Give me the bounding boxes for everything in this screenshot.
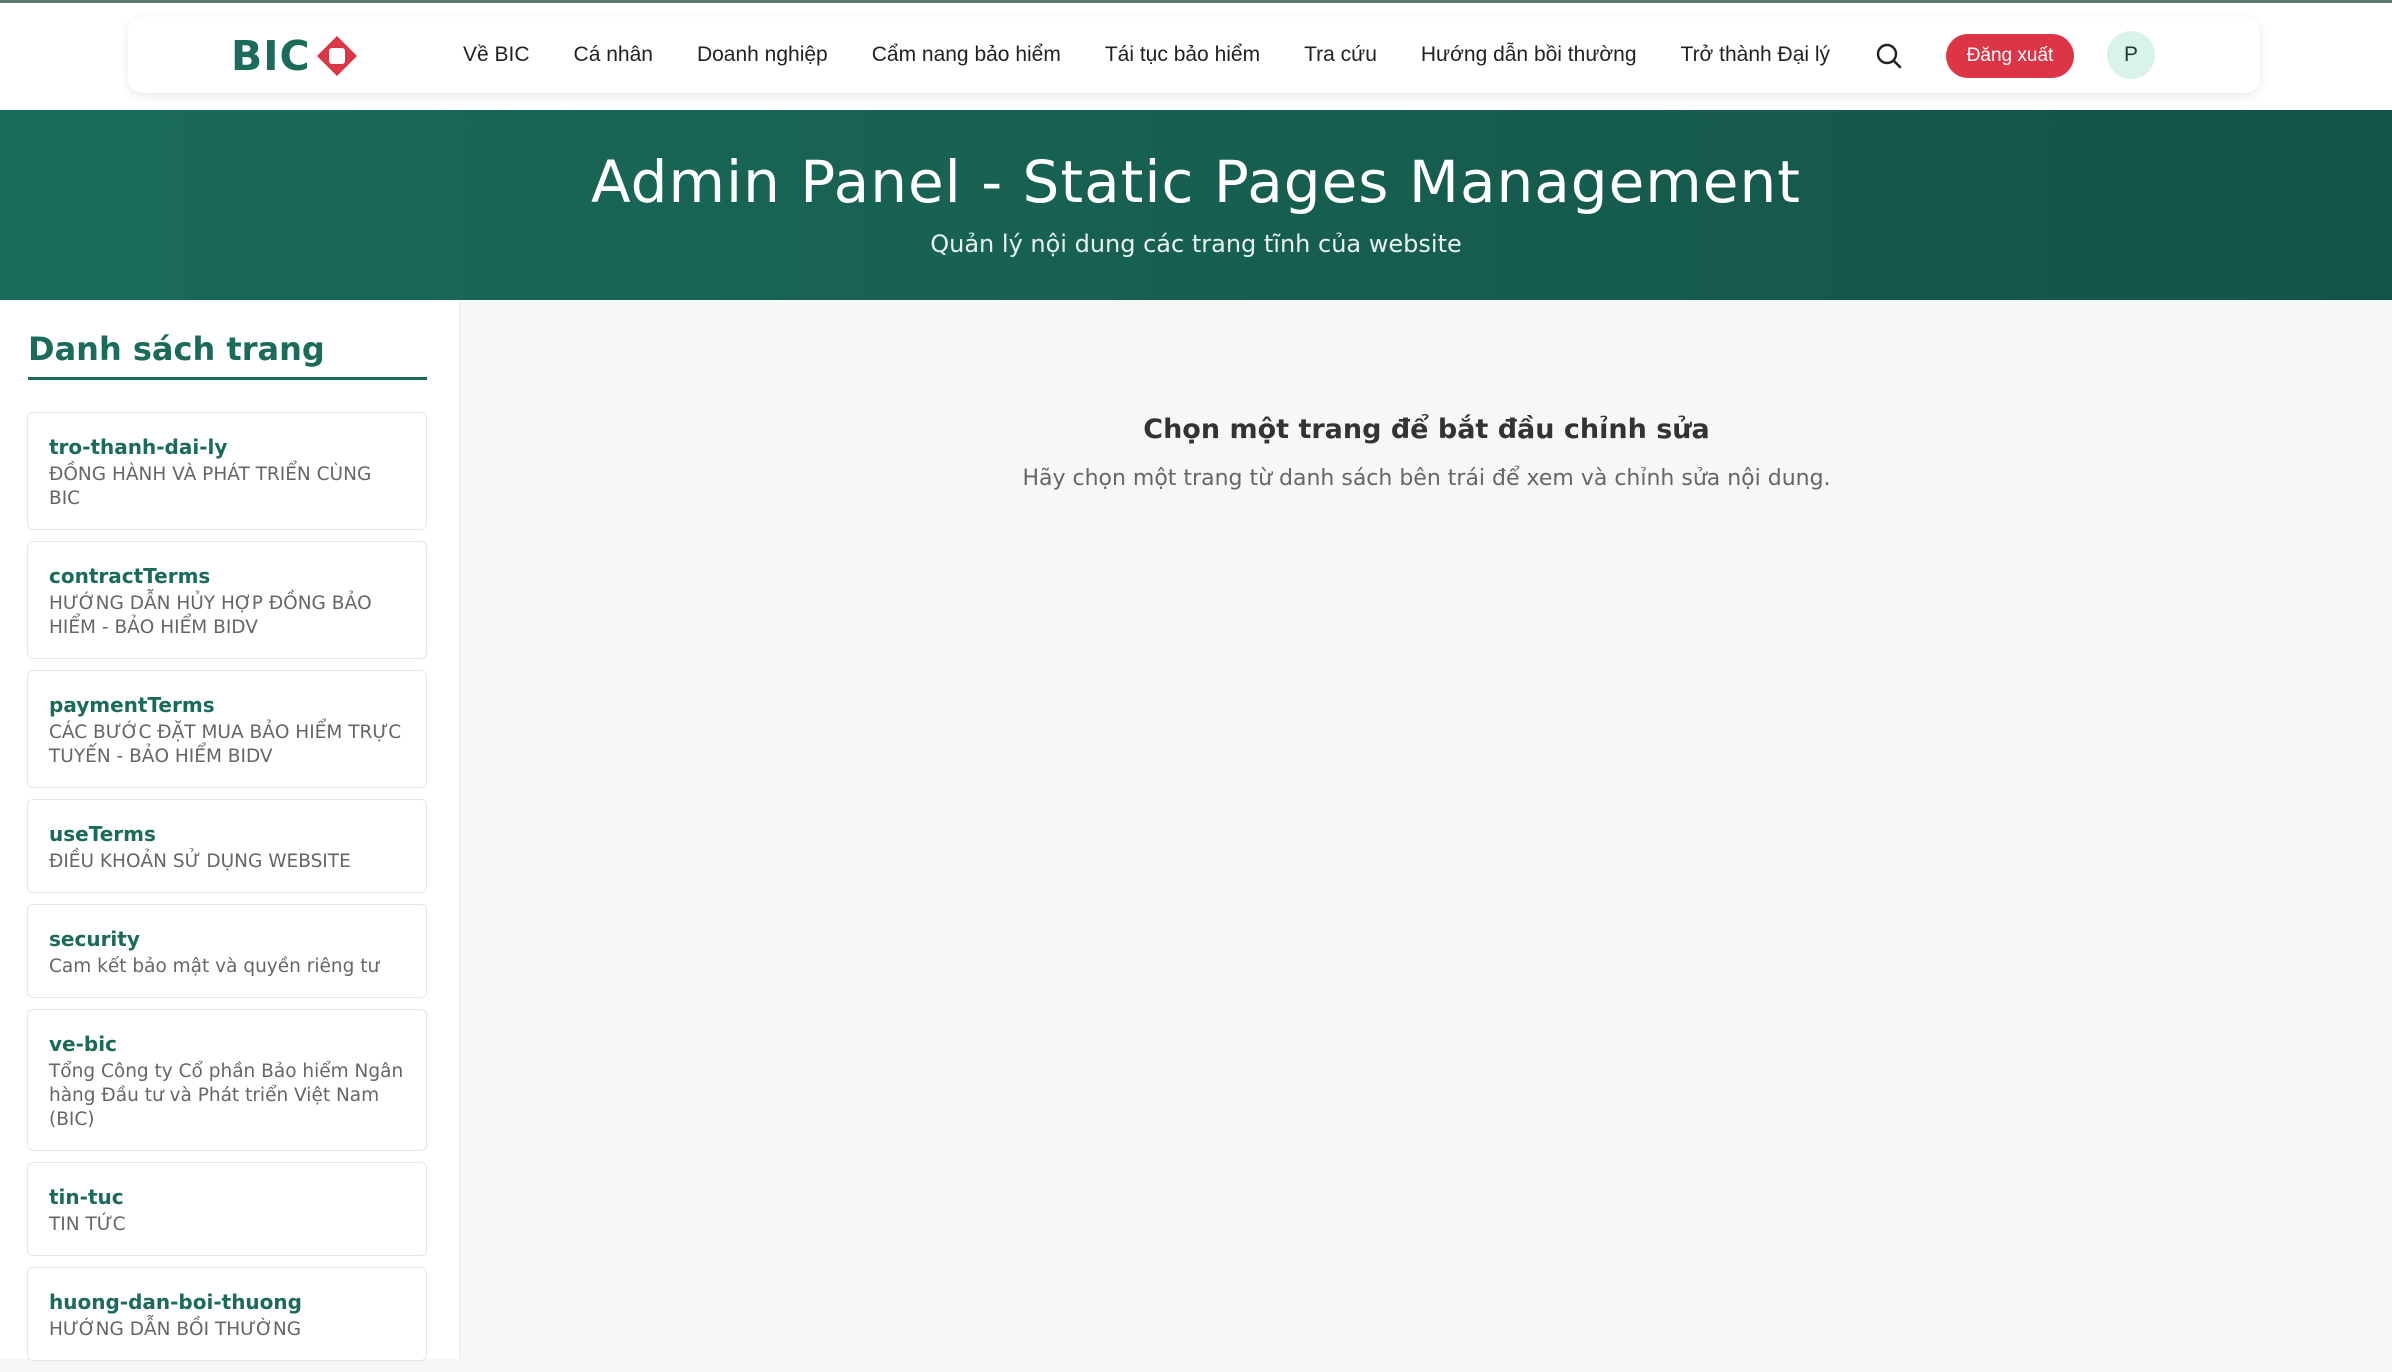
nav-item-doanh-nghiep[interactable]: Doanh nghiệp <box>697 43 828 67</box>
page-description: ĐỒNG HÀNH VÀ PHÁT TRIỂN CÙNG BIC <box>49 464 372 509</box>
page-slug: paymentTerms <box>49 693 215 717</box>
empty-state-title: Chọn một trang để bắt đầu chỉnh sửa <box>1143 414 1710 445</box>
hero-banner: Admin Panel - Static Pages Management Qu… <box>0 110 2392 300</box>
page-description: CÁC BƯỚC ĐẶT MUA BẢO HIỂM TRỰC TUYẾN - B… <box>49 722 402 767</box>
bic-logo[interactable]: BIC <box>231 35 359 77</box>
logo-mark-icon <box>315 34 359 78</box>
page-description: HƯỚNG DẪN BỒI THƯỜNG <box>49 1319 302 1340</box>
main-content: Chọn một trang để bắt đầu chỉnh sửa Hãy … <box>461 300 2392 1359</box>
page-description: ĐIỀU KHOẢN SỬ DỤNG WEBSITE <box>49 851 351 872</box>
page-item-ve-bic[interactable]: ve-bic Tổng Công ty Cổ phần Bảo hiểm Ngâ… <box>27 1009 427 1151</box>
page-slug: tro-thanh-dai-ly <box>49 435 228 459</box>
page-description: HƯỚNG DẪN HỦY HỢP ĐỒNG BẢO HIỂM - BẢO HI… <box>49 593 372 638</box>
page-slug: security <box>49 927 140 951</box>
sidebar-title: Danh sách trang <box>28 330 427 380</box>
nav-item-ca-nhan[interactable]: Cá nhân <box>574 43 653 67</box>
page-subtitle: Quản lý nội dung các trang tĩnh của webs… <box>930 230 1462 258</box>
nav-item-tai-tuc[interactable]: Tái tục bảo hiểm <box>1105 43 1260 67</box>
page-list: tro-thanh-dai-ly ĐỒNG HÀNH VÀ PHÁT TRIỂN… <box>27 412 427 1372</box>
page-item-use-terms[interactable]: useTerms ĐIỀU KHOẢN SỬ DỤNG WEBSITE <box>27 799 427 893</box>
nav-item-tro-thanh-dai-ly[interactable]: Trở thành Đại lý <box>1681 43 1831 67</box>
page-description: Tổng Công ty Cổ phần Bảo hiểm Ngân hàng … <box>49 1061 404 1130</box>
page-description: TIN TỨC <box>49 1214 126 1235</box>
nav-item-ve-bic[interactable]: Về BIC <box>463 43 530 67</box>
avatar[interactable]: P <box>2107 31 2155 79</box>
page-item-security[interactable]: security Cam kết bảo mật và quyền riêng … <box>27 904 427 998</box>
nav-item-tra-cuu[interactable]: Tra cứu <box>1304 43 1377 67</box>
page-description: Cam kết bảo mật và quyền riêng tư <box>49 956 380 977</box>
page-slug: contractTerms <box>49 564 211 588</box>
page-item-tro-thanh-dai-ly[interactable]: tro-thanh-dai-ly ĐỒNG HÀNH VÀ PHÁT TRIỂN… <box>27 412 427 530</box>
nav-item-cam-nang[interactable]: Cẩm nang bảo hiểm <box>872 43 1061 67</box>
logout-button[interactable]: Đăng xuất <box>1946 34 2074 78</box>
logo-text: BIC <box>231 32 311 80</box>
page-slug: huong-dan-boi-thuong <box>49 1290 302 1314</box>
page-item-payment-terms[interactable]: paymentTerms CÁC BƯỚC ĐẶT MUA BẢO HIỂM T… <box>27 670 427 788</box>
page-title: Admin Panel - Static Pages Management <box>591 148 1801 216</box>
search-icon[interactable] <box>1874 41 1904 71</box>
page-item-huong-dan-boi-thuong[interactable]: huong-dan-boi-thuong HƯỚNG DẪN BỒI THƯỜN… <box>27 1267 427 1361</box>
navbar: BIC Về BIC Cá nhân Doanh nghiệp Cẩm nang… <box>128 17 2260 93</box>
sidebar: Danh sách trang tro-thanh-dai-ly ĐỒNG HÀ… <box>0 300 460 1361</box>
nav-menu: Về BIC Cá nhân Doanh nghiệp Cẩm nang bảo… <box>463 17 1874 93</box>
page-item-tin-tuc[interactable]: tin-tuc TIN TỨC <box>27 1162 427 1256</box>
nav-item-huong-dan-boi-thuong[interactable]: Hướng dẫn bồi thường <box>1421 43 1637 67</box>
page-item-contract-terms[interactable]: contractTerms HƯỚNG DẪN HỦY HỢP ĐỒNG BẢO… <box>27 541 427 659</box>
header: BIC Về BIC Cá nhân Doanh nghiệp Cẩm nang… <box>0 3 2392 110</box>
page-slug: useTerms <box>49 822 156 846</box>
empty-state-subtitle: Hãy chọn một trang từ danh sách bên trái… <box>1022 466 1831 491</box>
page-slug: ve-bic <box>49 1032 117 1056</box>
page-slug: tin-tuc <box>49 1185 124 1209</box>
